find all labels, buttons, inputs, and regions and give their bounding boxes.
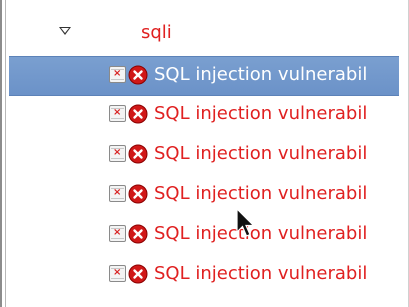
triangle-down-icon[interactable] xyxy=(59,27,71,35)
tree-item[interactable]: SQL injection vulnerabil xyxy=(9,176,399,214)
tree-item-label: SQL injection vulnerabil xyxy=(154,143,368,164)
error-circle-icon xyxy=(128,144,148,164)
tree-item[interactable]: SQL injection vulnerabil xyxy=(9,96,399,134)
document-icon xyxy=(109,66,126,83)
error-circle-icon xyxy=(128,224,148,244)
document-icon xyxy=(109,225,126,242)
error-circle-icon xyxy=(128,65,148,85)
document-icon xyxy=(109,265,126,282)
tree-node-sqli[interactable]: sqli xyxy=(9,14,399,54)
tree-item-label: SQL injection vulnerabil xyxy=(154,103,368,124)
pane-border xyxy=(0,0,9,307)
error-circle-icon xyxy=(128,264,148,284)
tree-item-label: SQL injection vulnerabil xyxy=(154,64,368,85)
issues-tree[interactable]: sqli SQL injection vulnerabil SQL inject… xyxy=(9,0,409,307)
tree-item-label: SQL injection vulnerabil xyxy=(154,183,368,204)
tree-item[interactable]: SQL injection vulnerabil xyxy=(9,256,399,294)
mouse-pointer-icon xyxy=(236,208,255,237)
tree-item[interactable]: SQL injection vulnerabil xyxy=(9,56,399,96)
tree-item-label: SQL injection vulnerabil xyxy=(154,223,368,244)
tree-item-label: SQL injection vulnerabil xyxy=(154,263,368,284)
document-icon xyxy=(109,105,126,122)
tree-item[interactable]: SQL injection vulnerabil xyxy=(9,136,399,174)
tree-node-label: sqli xyxy=(141,22,172,43)
document-icon xyxy=(109,145,126,162)
error-circle-icon xyxy=(128,184,148,204)
tree-item[interactable]: SQL injection vulnerabil xyxy=(9,216,399,254)
error-circle-icon xyxy=(128,104,148,124)
document-icon xyxy=(109,185,126,202)
